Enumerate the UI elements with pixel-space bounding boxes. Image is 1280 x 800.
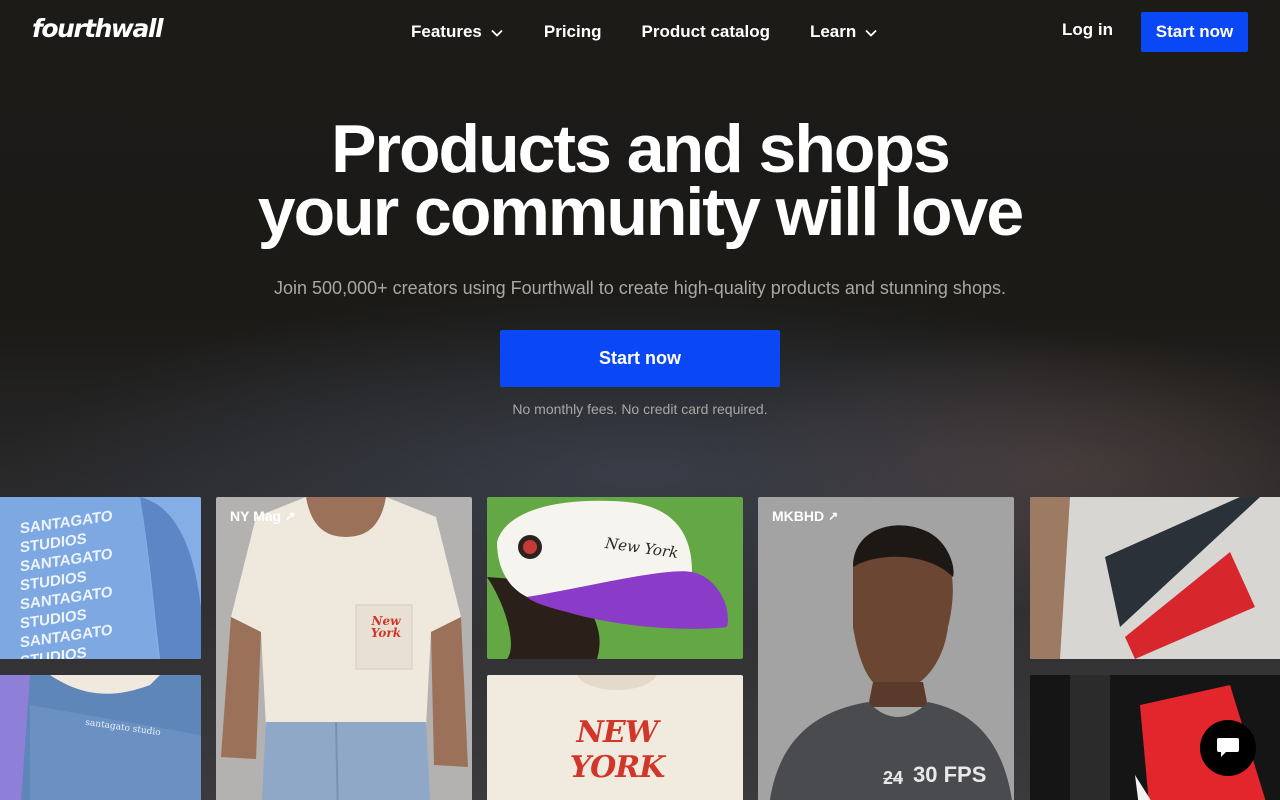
chat-bubble-icon: [1216, 737, 1240, 759]
arrow-up-right-icon: ↗: [828, 509, 839, 523]
tile-label-nymag[interactable]: NY Mag ↗: [230, 508, 295, 524]
top-navigation: fourthwall Features Pricing Product cata…: [0, 0, 1280, 64]
start-now-hero-button[interactable]: Start now: [500, 330, 780, 387]
product-tile-santagato-shirt[interactable]: SANTAGATO STUDIOS SANTAGATO STUDIOS SANT…: [0, 497, 201, 659]
product-tile-newyork-cap[interactable]: New York: [487, 497, 743, 659]
nav-item-label: Pricing: [543, 22, 602, 41]
hero-note: No monthly fees. No credit card required…: [512, 401, 768, 417]
hero-title-line-2: your community will love: [257, 174, 1024, 250]
nav-item-features[interactable]: Features: [411, 20, 504, 44]
nav-item-label: Features: [411, 22, 482, 41]
hero-title: Products and shops your community will l…: [0, 115, 1280, 246]
fourthwall-logo[interactable]: fourthwall: [32, 14, 164, 43]
product-tile-newyork-tee[interactable]: NEW YORK: [487, 675, 743, 800]
chat-launcher-button[interactable]: [1200, 720, 1256, 776]
tile-label-mkbhd[interactable]: MKBHD ↗: [772, 508, 838, 524]
santagato-print: SANTAGATO STUDIOS SANTAGATO STUDIOS SANT…: [20, 507, 113, 659]
login-link[interactable]: Log in: [1062, 20, 1113, 40]
chevron-down-icon: [490, 25, 504, 39]
tee-print: NEW YORK: [569, 715, 666, 785]
start-now-nav-button[interactable]: Start now: [1141, 12, 1248, 52]
nav-item-learn[interactable]: Learn: [810, 20, 878, 44]
nav-item-pricing[interactable]: Pricing: [544, 20, 602, 44]
pocket-print: New York: [370, 614, 402, 640]
hero-subtitle: Join 500,000+ creators using Fourthwall …: [274, 278, 1006, 298]
product-tile-graphic-tee[interactable]: [1030, 497, 1280, 659]
product-tile-mkbhd-tee[interactable]: MKBHD ↗ 24 30 FPS: [758, 497, 1014, 800]
nav-item-product-catalog[interactable]: Product catalog: [642, 20, 770, 44]
nav-item-label: Learn: [809, 22, 857, 41]
arrow-up-right-icon: ↗: [285, 509, 296, 523]
nav-item-label: Product catalog: [641, 22, 770, 41]
product-tile-denim-jacket[interactable]: santagato studio: [0, 675, 201, 800]
nav-links: Features Pricing Product catalog Learn: [411, 20, 878, 44]
product-tile-nymag-tee[interactable]: NY Mag ↗ New York: [216, 497, 472, 800]
chevron-down-icon: [864, 25, 878, 39]
shirt-print: 24 30 FPS: [883, 762, 987, 788]
